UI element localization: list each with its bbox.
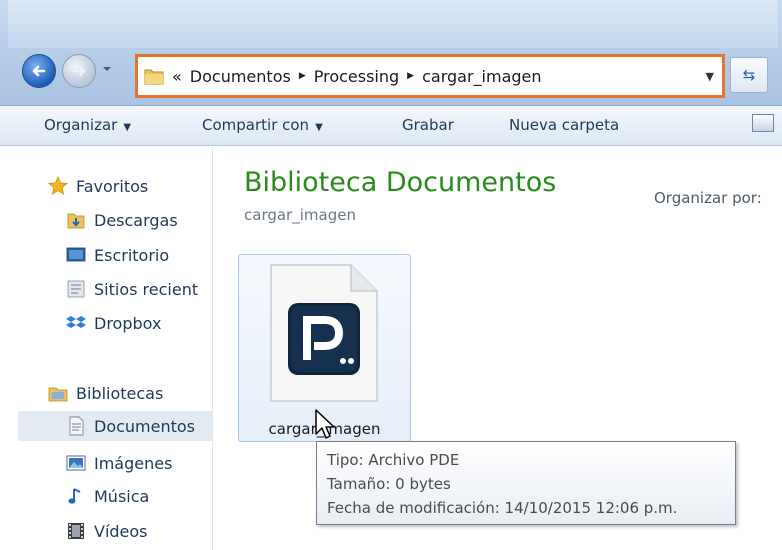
processing-file-icon [270,264,378,402]
sidebar-item-label: Imágenes [94,453,173,473]
share-button[interactable]: Compartir con ▼ [202,116,323,134]
change-view-icon[interactable] [752,114,774,132]
sidebar-item-music[interactable]: Música [66,481,212,511]
sidebar-item-label: Favoritos [76,176,149,196]
tooltip-modified: Fecha de modificación: 14/10/2015 12:06 … [327,499,678,517]
sidebar-item-dropbox[interactable]: Dropbox [66,308,212,338]
sidebar-item-documents[interactable]: Documentos [18,411,212,441]
recent-pages-dropdown-icon[interactable] [102,64,112,74]
forward-arrow-icon [72,65,86,77]
sidebar-item-downloads[interactable]: Descargas [66,205,212,235]
address-dropdown-icon[interactable]: ▼ [706,70,714,83]
organize-label: Organizar [44,116,118,134]
folder-icon [144,69,164,85]
desktop-icon [66,245,86,265]
sidebar-item-label: Sitios recient [94,279,199,299]
breadcrumb-documentos[interactable]: Documentos [190,67,291,86]
sidebar-item-desktop[interactable]: Escritorio [66,240,212,270]
star-icon [48,176,68,196]
breadcrumb-separator-icon[interactable]: ▶ [407,71,414,81]
burn-button[interactable]: Grabar [402,116,454,134]
back-arrow-icon [32,65,46,77]
burn-label: Grabar [402,116,454,134]
sidebar-item-label: Bibliotecas [76,383,164,403]
chevron-down-icon: ▼ [315,122,323,133]
new-folder-label: Nueva carpeta [509,116,620,134]
sidebar-item-recent[interactable]: Sitios recient [66,274,212,304]
sidebar-item-label: Vídeos [94,521,148,541]
window-titlebar: « Documentos ▶ Processing ▶ cargar_image… [0,0,782,106]
organize-button[interactable]: Organizar ▼ [44,116,131,134]
sidebar-item-label: Descargas [94,210,178,230]
music-note-icon [66,486,86,506]
sidebar-item-images[interactable]: Imágenes [66,448,212,478]
refresh-icon: ⇆ [742,66,756,84]
refresh-button[interactable]: ⇆ [730,57,768,93]
library-title: Biblioteca Documentos [244,167,557,198]
sidebar-item-label: Escritorio [94,245,170,265]
documents-icon [66,416,86,436]
sidebar-item-label: Música [94,486,150,506]
chevron-down-icon: ▼ [123,122,132,133]
sidebar-item-libraries[interactable]: Bibliotecas [48,378,212,408]
back-button[interactable] [22,54,56,88]
libraries-icon [48,383,68,403]
breadcrumb-overflow[interactable]: « [172,67,182,86]
recent-places-icon [66,279,86,299]
file-info-tooltip: Tipo: Archivo PDE Tamaño: 0 bytes Fecha … [316,441,736,525]
new-folder-button[interactable]: Nueva carpeta [509,116,619,134]
sidebar-item-label: Documentos [94,416,196,436]
navigation-pane: Favoritos Descargas Escritorio Sitios re… [0,147,213,550]
sidebar-item-favorites[interactable]: Favoritos [48,171,212,201]
tooltip-type: Tipo: Archivo PDE [327,451,460,469]
command-toolbar: Organizar ▼ Compartir con ▼ Grabar Nueva c… [0,106,782,146]
library-subtitle: cargar_imagen [244,206,356,224]
tooltip-size: Tamaño: 0 bytes [327,475,451,493]
downloads-folder-icon [66,210,86,230]
sidebar-item-videos[interactable]: Vídeos [66,516,212,546]
forward-button[interactable] [62,54,96,88]
share-label: Compartir con [202,116,310,134]
arrange-by-label[interactable]: Organizar por: [654,189,762,207]
window-frame-top [8,0,778,48]
address-bar[interactable]: « Documentos ▶ Processing ▶ cargar_image… [135,54,725,98]
breadcrumb-separator-icon[interactable]: ▶ [299,71,306,81]
film-strip-icon [66,521,86,541]
sidebar-item-label: Dropbox [94,313,162,333]
breadcrumb-cargar-imagen[interactable]: cargar_imagen [422,67,541,86]
breadcrumb-processing[interactable]: Processing [314,67,399,86]
pictures-icon [66,453,86,473]
mouse-cursor-icon [315,409,335,439]
dropbox-icon [66,313,86,333]
